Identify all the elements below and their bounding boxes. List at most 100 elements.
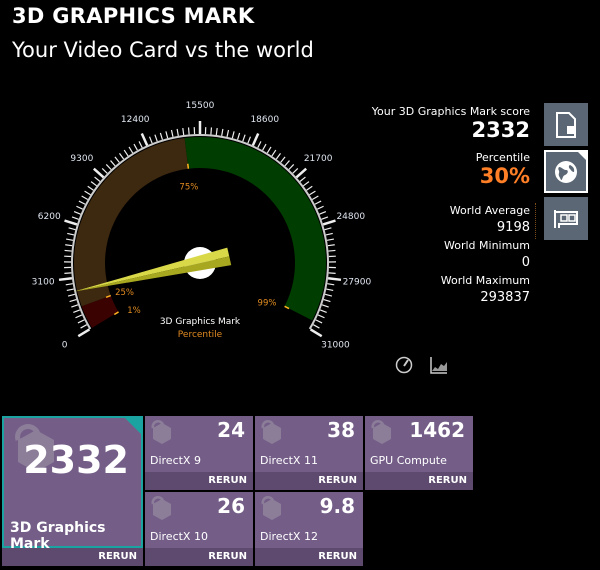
major-tick: [140, 132, 149, 146]
minor-tick: [159, 132, 163, 140]
minor-tick: [64, 249, 72, 252]
gauge-band: [184, 137, 326, 321]
minor-tick: [80, 324, 88, 329]
tick-label: 24800: [336, 212, 365, 222]
percentile-marker-label: 1%: [127, 306, 141, 316]
tile-value: 26: [217, 494, 245, 518]
minor-tick: [221, 128, 224, 136]
world-average-label: World Average: [449, 204, 530, 217]
minor-tick: [314, 200, 322, 205]
tile-directx-11[interactable]: 38 DirectX 11 RERUN: [255, 416, 363, 490]
speedometer-icon: [395, 356, 413, 374]
minor-tick: [324, 227, 332, 231]
cube-icon: [261, 420, 281, 444]
minor-tick: [312, 324, 320, 329]
rerun-button[interactable]: RERUN: [145, 548, 253, 566]
document-icon: [556, 111, 576, 138]
major-tick: [322, 219, 336, 226]
chart-button[interactable]: [430, 356, 448, 378]
percentile-label: Percentile: [475, 151, 530, 164]
minor-tick: [73, 210, 81, 215]
minor-tick: [327, 244, 335, 247]
minor-tick: [110, 160, 116, 167]
major-tick: [77, 328, 91, 338]
minor-tick: [76, 205, 84, 210]
minor-tick: [78, 200, 86, 205]
minor-tick: [176, 128, 179, 136]
minor-tick: [71, 216, 79, 220]
minor-tick: [328, 249, 336, 252]
major-tick: [64, 219, 78, 226]
tile-label: GPU Compute: [370, 454, 447, 467]
minor-tick: [317, 314, 325, 319]
minor-tick: [170, 129, 174, 137]
globe-button[interactable]: [544, 150, 588, 193]
minor-tick: [326, 288, 334, 292]
minor-tick: [67, 232, 75, 236]
world-minimum-label: World Minimum: [444, 239, 530, 252]
cube-icon: [151, 420, 171, 444]
speedometer-button[interactable]: [395, 356, 413, 378]
rerun-button[interactable]: RERUN: [365, 472, 473, 490]
minor-tick: [65, 283, 73, 286]
tile-label: DirectX 12: [260, 530, 318, 543]
graphics-card-icon: [554, 209, 578, 228]
tile-directx-12[interactable]: 9.8 DirectX 12 RERUN: [255, 492, 363, 566]
tick-label: 9300: [70, 154, 93, 164]
cube-icon: [151, 496, 171, 520]
minor-tick: [119, 153, 125, 160]
minor-tick: [306, 185, 313, 191]
minor-tick: [311, 195, 319, 200]
world-maximum-value: 293837: [480, 290, 530, 305]
cube-icon: [371, 420, 391, 444]
minor-tick: [326, 238, 334, 241]
chart-icon: [430, 357, 447, 374]
score-gauge: 0 3100 6200 9300 12400 15500 18600 21700 24800 27…: [32, 101, 372, 350]
rerun-button[interactable]: RERUN: [2, 548, 143, 566]
score-value: 2332: [471, 118, 530, 142]
minor-tick: [316, 205, 324, 210]
tick-label: 21700: [304, 154, 333, 164]
world-maximum-label: World Maximum: [440, 274, 530, 287]
tile-directx-9[interactable]: 24 DirectX 9 RERUN: [145, 416, 253, 490]
minor-tick: [165, 131, 169, 139]
world-minimum-value: 0: [521, 255, 530, 270]
tile-value: 1462: [409, 418, 465, 442]
major-tick: [309, 328, 323, 338]
minor-tick: [71, 304, 79, 308]
tick-label: 18600: [250, 115, 279, 125]
minor-tick: [237, 132, 241, 140]
tile-gpu-compute[interactable]: 1462 GPU Compute RERUN: [365, 416, 473, 490]
tick-label: 15500: [186, 101, 215, 111]
percentile-marker: [187, 163, 190, 169]
percentile-marker-label: 25%: [115, 288, 134, 298]
minor-tick: [319, 309, 327, 314]
minor-tick: [187, 127, 190, 135]
minor-tick: [315, 319, 323, 324]
tick-label: 3100: [32, 278, 55, 288]
tile-label: DirectX 10: [150, 530, 208, 543]
gauge-caption-percentile: Percentile: [178, 330, 223, 340]
minor-tick: [247, 136, 252, 144]
rerun-button[interactable]: RERUN: [255, 472, 363, 490]
tile-directx-10[interactable]: 26 DirectX 10 RERUN: [145, 492, 253, 566]
selected-corner: [578, 152, 586, 160]
minor-tick: [327, 283, 335, 286]
minor-tick: [321, 216, 329, 220]
score-label: Your 3D Graphics Mark score: [371, 105, 530, 118]
minor-tick: [325, 232, 333, 236]
graphics-card-button[interactable]: [544, 197, 588, 240]
rerun-button[interactable]: RERUN: [255, 548, 363, 566]
minor-tick: [324, 293, 333, 297]
minor-tick: [66, 238, 74, 241]
minor-tick: [328, 272, 336, 274]
minor-tick: [257, 141, 262, 148]
major-tick: [92, 167, 105, 179]
tile-3d-graphics-mark[interactable]: 2332 3D Graphics Mark RERUN: [2, 416, 143, 566]
world-average-value: 9198: [496, 220, 530, 235]
minor-tick: [75, 314, 83, 319]
minor-tick: [66, 288, 74, 292]
minor-tick: [64, 272, 72, 274]
document-button[interactable]: [544, 103, 588, 146]
rerun-button[interactable]: RERUN: [145, 472, 253, 490]
